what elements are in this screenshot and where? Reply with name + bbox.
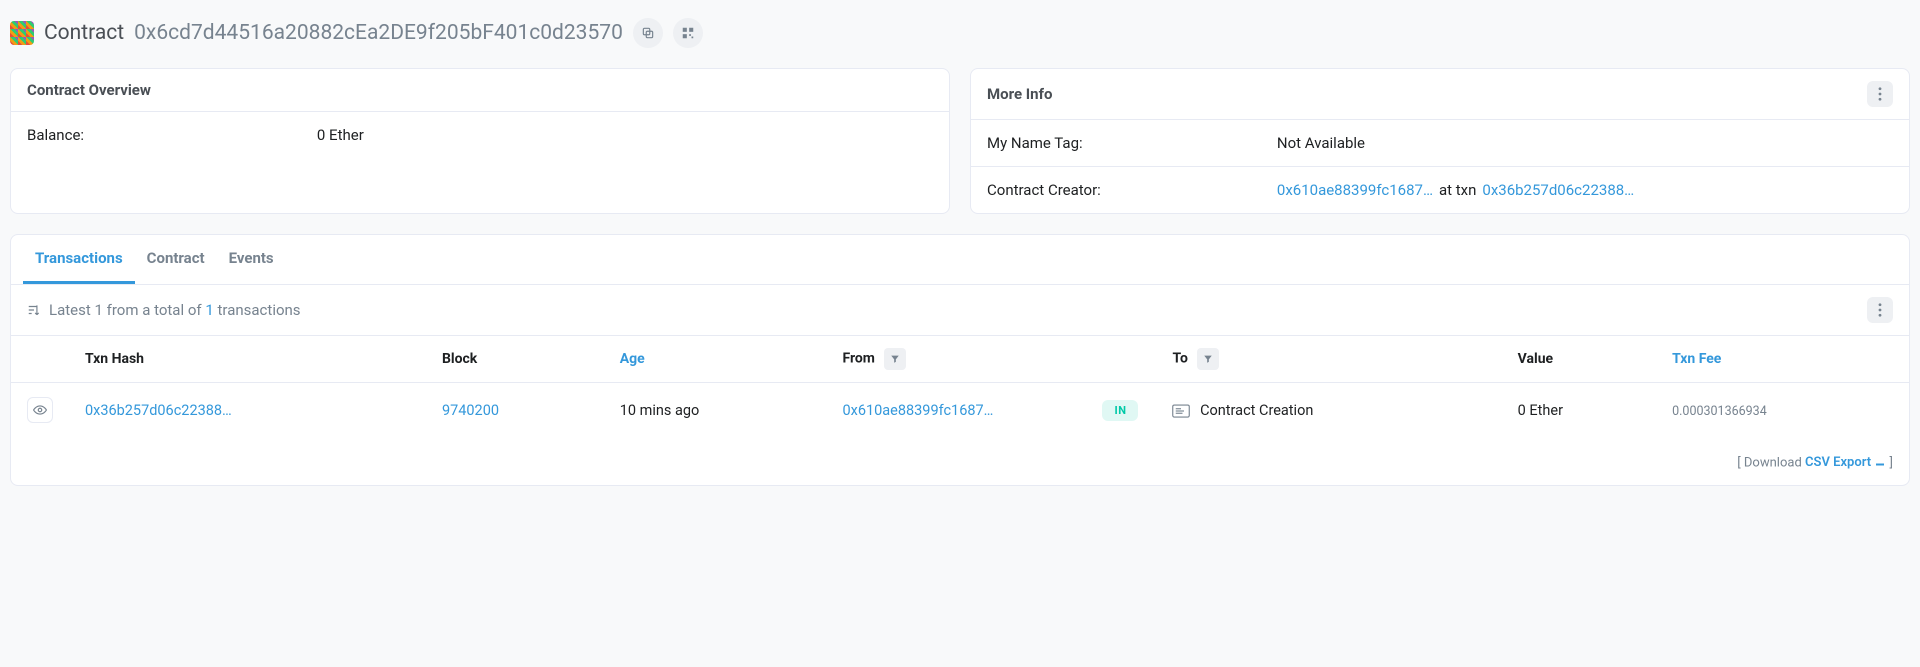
transactions-table: Txn Hash Block Age From To (11, 335, 1909, 437)
to-value: Contract Creation (1200, 402, 1313, 419)
export-row: [ Download CSV Export ] (11, 447, 1909, 485)
dots-vertical-icon (1878, 303, 1882, 317)
copy-icon (641, 26, 655, 40)
tab-transactions[interactable]: Transactions (23, 235, 135, 284)
summary-suffix: transactions (218, 301, 301, 319)
filter-icon (890, 354, 900, 364)
more-info-card: More Info My Name Tag: Not Available Con… (970, 68, 1910, 214)
page-title-address: 0x6cd7d44516a20882cEa2DE9f205bF401c0d235… (134, 21, 623, 45)
col-from: From (826, 336, 1086, 383)
col-expand (11, 336, 69, 383)
nametag-label: My Name Tag: (987, 134, 1277, 152)
qrcode-button[interactable] (673, 18, 703, 48)
col-age[interactable]: Age (604, 336, 827, 383)
balance-value: 0 Ether (317, 126, 933, 144)
tab-events[interactable]: Events (217, 235, 286, 284)
creator-label: Contract Creator: (987, 181, 1277, 199)
transactions-summary: Latest 1 from a total of 1 transactions (27, 301, 301, 319)
from-address-link[interactable]: 0x610ae88399fc1687… (842, 402, 993, 419)
download-icon (1874, 455, 1886, 471)
overview-title: Contract Overview (27, 81, 151, 99)
table-row: 0x36b257d06c22388… 9740200 10 mins ago 0… (11, 383, 1909, 438)
tab-contract[interactable]: Contract (135, 235, 217, 284)
tabs-bar: Transactions Contract Events (11, 235, 1909, 285)
csv-export-link[interactable]: CSV Export (1805, 455, 1890, 470)
contract-creation-icon (1172, 404, 1190, 418)
col-direction (1086, 336, 1156, 383)
creator-txn-link[interactable]: 0x36b257d06c22388… (1482, 181, 1634, 199)
more-info-title: More Info (987, 85, 1052, 103)
col-to-label: To (1172, 351, 1187, 367)
col-txn-hash: Txn Hash (69, 336, 426, 383)
summary-prefix: Latest 1 from a total of (49, 301, 202, 319)
page-title-label: Contract (44, 21, 124, 45)
eye-icon (33, 403, 47, 417)
contract-overview-card: Contract Overview Balance: 0 Ether (10, 68, 950, 214)
summary-count: 1 (205, 301, 213, 319)
col-txn-fee[interactable]: Txn Fee (1656, 336, 1909, 383)
contract-identicon (10, 21, 34, 45)
col-from-label: From (842, 351, 874, 367)
txn-age: 10 mins ago (604, 383, 827, 438)
dots-vertical-icon (1878, 87, 1882, 101)
more-info-menu-button[interactable] (1867, 81, 1893, 107)
csv-export-label: CSV Export (1805, 455, 1871, 470)
nametag-value: Not Available (1277, 134, 1893, 152)
creator-address-link[interactable]: 0x610ae88399fc1687… (1277, 181, 1433, 199)
col-block: Block (426, 336, 604, 383)
balance-label: Balance: (27, 126, 317, 144)
sort-icon (27, 303, 41, 317)
col-value: Value (1502, 336, 1656, 383)
direction-badge: IN (1102, 400, 1138, 421)
qrcode-icon (681, 26, 695, 40)
txn-hash-link[interactable]: 0x36b257d06c22388… (85, 402, 232, 419)
transactions-menu-button[interactable] (1867, 297, 1893, 323)
page-header: Contract 0x6cd7d44516a20882cEa2DE9f205bF… (10, 10, 1910, 68)
col-to: To (1156, 336, 1501, 383)
export-prefix: [ Download (1737, 455, 1802, 470)
block-link[interactable]: 9740200 (442, 402, 499, 419)
at-txn-text: at txn (1439, 181, 1476, 199)
row-expand-button[interactable] (27, 397, 53, 423)
filter-icon (1203, 354, 1213, 364)
txn-value: 0 Ether (1502, 383, 1656, 438)
from-filter-button[interactable] (884, 348, 906, 370)
transactions-card: Transactions Contract Events Latest 1 fr… (10, 234, 1910, 486)
txn-fee: 0.000301366934 (1672, 404, 1767, 419)
to-filter-button[interactable] (1197, 348, 1219, 370)
export-suffix: ] (1890, 455, 1893, 470)
copy-address-button[interactable] (633, 18, 663, 48)
